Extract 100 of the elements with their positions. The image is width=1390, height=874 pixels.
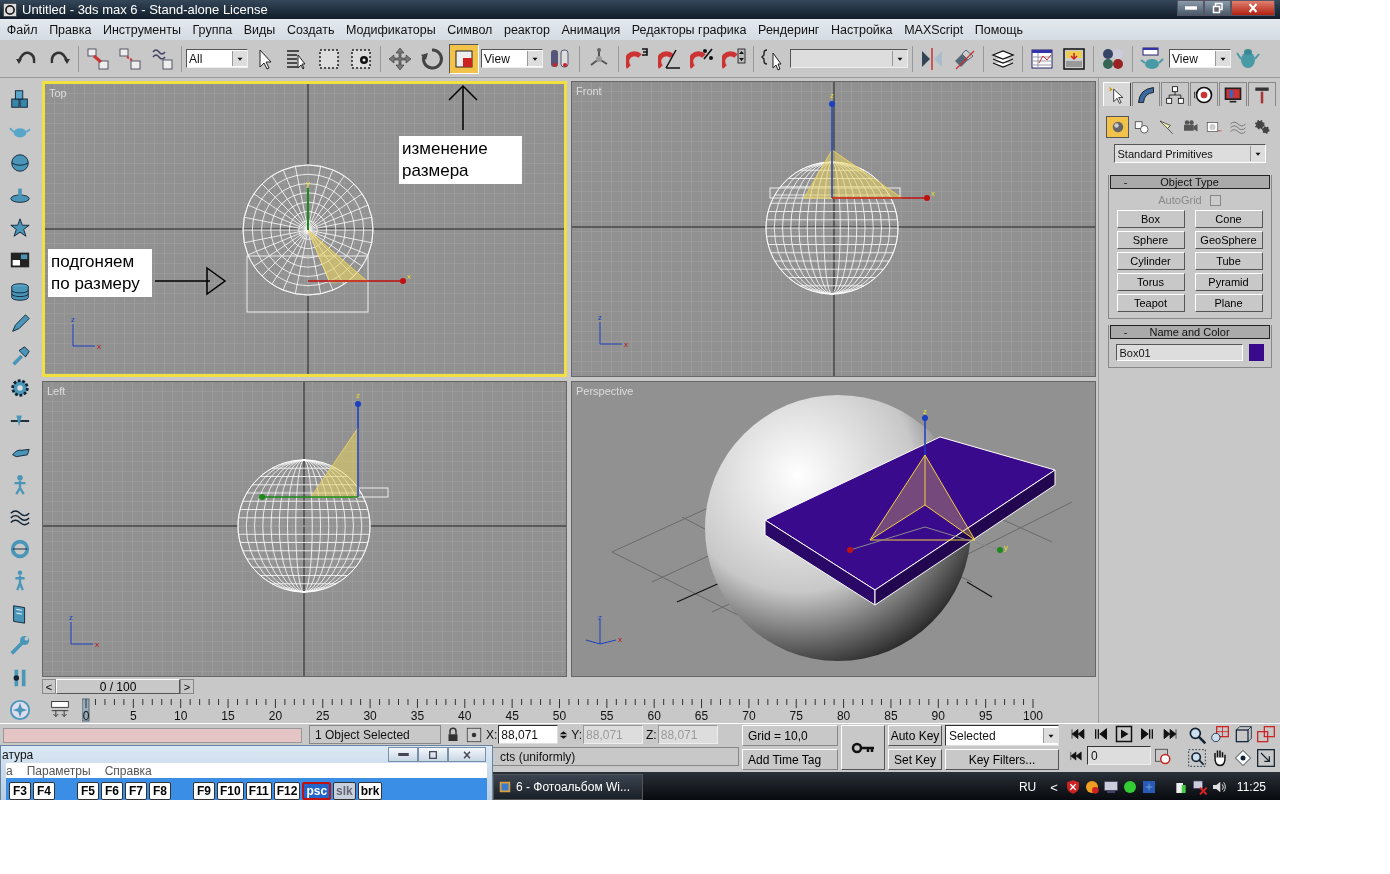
keyboard-key[interactable]: F11 [245,782,272,800]
selection-status: 1 Object Selected [309,725,441,744]
menu-item[interactable]: Редакторы графика [626,22,753,37]
grid-spacing-button[interactable]: Grid = 10,0 [742,725,838,746]
keyboard-key[interactable]: F6 [101,782,123,800]
frame-number: 90 [931,709,945,723]
frame-number: 80 [836,709,851,723]
frame-number: 25 [316,709,330,723]
menu-item[interactable]: Символ [441,22,499,37]
frame-number: 65 [694,709,709,723]
menu-item[interactable]: Виды [237,22,282,37]
category-dropdown[interactable]: Standard Primitives [1113,144,1266,163]
transform-gizmo: z [259,391,361,500]
keyboard-key[interactable]: slk [333,782,356,800]
next-frame-button[interactable]: > [180,679,194,694]
menu-item[interactable]: Справка [104,763,152,778]
clock[interactable]: 11:25 [1236,780,1266,794]
menu-item[interactable]: Создать [281,22,341,37]
keyboard-key[interactable]: F7 [125,782,147,800]
menu-item[interactable]: Рендеринг [752,22,826,37]
keyboard-key[interactable]: F12 [273,782,301,800]
window-title: Untitled - 3ds max 6 - Stand-alone License [22,2,269,17]
keyboard-key[interactable]: psc [302,782,332,800]
key-mode-dropdown[interactable]: Selected [945,725,1059,746]
toolbar-dropdown[interactable]: View [1169,49,1231,68]
autogrid-label: AutoGrid [1158,194,1202,206]
primitive-button[interactable]: Teapot [1116,294,1185,312]
axis-tripod: z x [71,315,101,351]
primitive-button[interactable]: Tube [1194,252,1263,270]
time-slider-thumb[interactable]: 0 / 100 [56,679,180,694]
frame-number: 85 [884,709,898,723]
menu-item[interactable]: Модификаторы [340,22,442,37]
menu-item[interactable]: Настройка [825,22,899,37]
frame-number: 30 [363,709,377,723]
axis-tripod: z x [69,613,99,649]
key-filters-button[interactable]: Key Filters... [945,749,1059,770]
menu-item[interactable]: реактор [498,22,556,37]
coordinate-label: X: [486,727,498,742]
menu-item[interactable]: MAXScript [898,22,969,37]
rollout-header[interactable]: - Name and Color [1109,325,1270,339]
taskbar-button[interactable]: 6 - Фотоальбом Wi... [493,774,643,800]
window-title: атура [2,747,35,762]
keyboard-key[interactable]: F4 [33,782,55,800]
keyboard-key[interactable]: brk [357,782,383,800]
frame-number: 35 [410,709,425,723]
transform-gizmo: z y [847,407,1008,553]
current-frame-field[interactable]: 0 [1087,746,1151,765]
name-field[interactable]: Box01 [1115,344,1243,361]
frame-number: 40 [458,709,472,723]
frame-number: 95 [978,709,993,723]
coordinate-label: Z: [646,727,657,742]
frame-number: 15 [221,709,235,723]
keyboard-key[interactable]: F10 [217,782,244,800]
keyboard-key[interactable]: F9 [193,782,215,800]
frame-number: 70 [742,709,756,723]
rollout-header[interactable]: - Object Type [1109,175,1270,189]
annotation-label: подгоняем по размеру [48,249,152,297]
language-indicator[interactable]: RU [1018,780,1037,794]
frame-number: 20 [268,709,283,723]
frame-number: 50 [552,709,567,723]
coordinate-label: Y: [571,727,583,742]
keyboard-key[interactable]: F3 [9,782,31,800]
menu-item[interactable]: Анимация [555,22,626,37]
primitive-button[interactable]: Cylinder [1116,252,1185,270]
transform-gizmo: z x [803,91,935,201]
coordinate-field[interactable]: 88,071 [498,725,559,744]
toolbar-dropdown[interactable]: All [186,49,248,68]
frame-number: 5 [130,709,137,723]
menu-item[interactable]: Файл [1,22,44,37]
primitive-button[interactable]: Pyramid [1194,273,1263,291]
toolbar-dropdown[interactable]: View [481,49,543,68]
add-time-tag-button[interactable]: Add Time Tag [742,749,838,770]
track-ruler[interactable]: 0 5 10 15 20 25 30 35 40 45 50 55 60 65 70 75 80 85 90 95 100 [82,695,1082,723]
primitive-button[interactable]: GeoSphere [1194,231,1263,249]
auto-key-button[interactable]: Auto Key [888,725,942,746]
menu-item[interactable]: Группа [186,22,238,37]
primitive-button[interactable]: Plane [1194,294,1263,312]
frame-number: 55 [600,709,614,723]
keyboard-key[interactable]: F8 [149,782,171,800]
previous-frame-button[interactable]: < [42,679,56,694]
primitive-button[interactable]: Cone [1194,210,1263,228]
primitive-button[interactable]: Box [1116,210,1185,228]
frame-number: 0 [82,709,90,723]
primitive-button[interactable]: Sphere [1116,231,1185,249]
show-hidden-icons-button[interactable]: < [1050,779,1058,795]
menu-item[interactable]: а [6,763,13,778]
menu-item[interactable]: Инструменты [97,22,187,37]
menu-item[interactable]: Правка [43,22,98,37]
menu-item[interactable]: Помощь [969,22,1029,37]
frame-number: 10 [174,709,188,723]
frame-number: 45 [505,709,519,723]
keyboard-key[interactable]: F5 [77,782,99,800]
axis-tripod: z x [585,613,622,645]
viewport[interactable]: Top подгоняем по размеру изменение размера y x z x [42,81,567,377]
frame-number: 100 [1023,709,1043,723]
frame-number: 75 [789,709,803,723]
primitive-button[interactable]: Torus [1116,273,1185,291]
menu-item[interactable]: Параметры [26,763,91,778]
set-key-mode-button[interactable]: Set Key [888,749,942,770]
axis-tripod: z x [598,313,628,349]
